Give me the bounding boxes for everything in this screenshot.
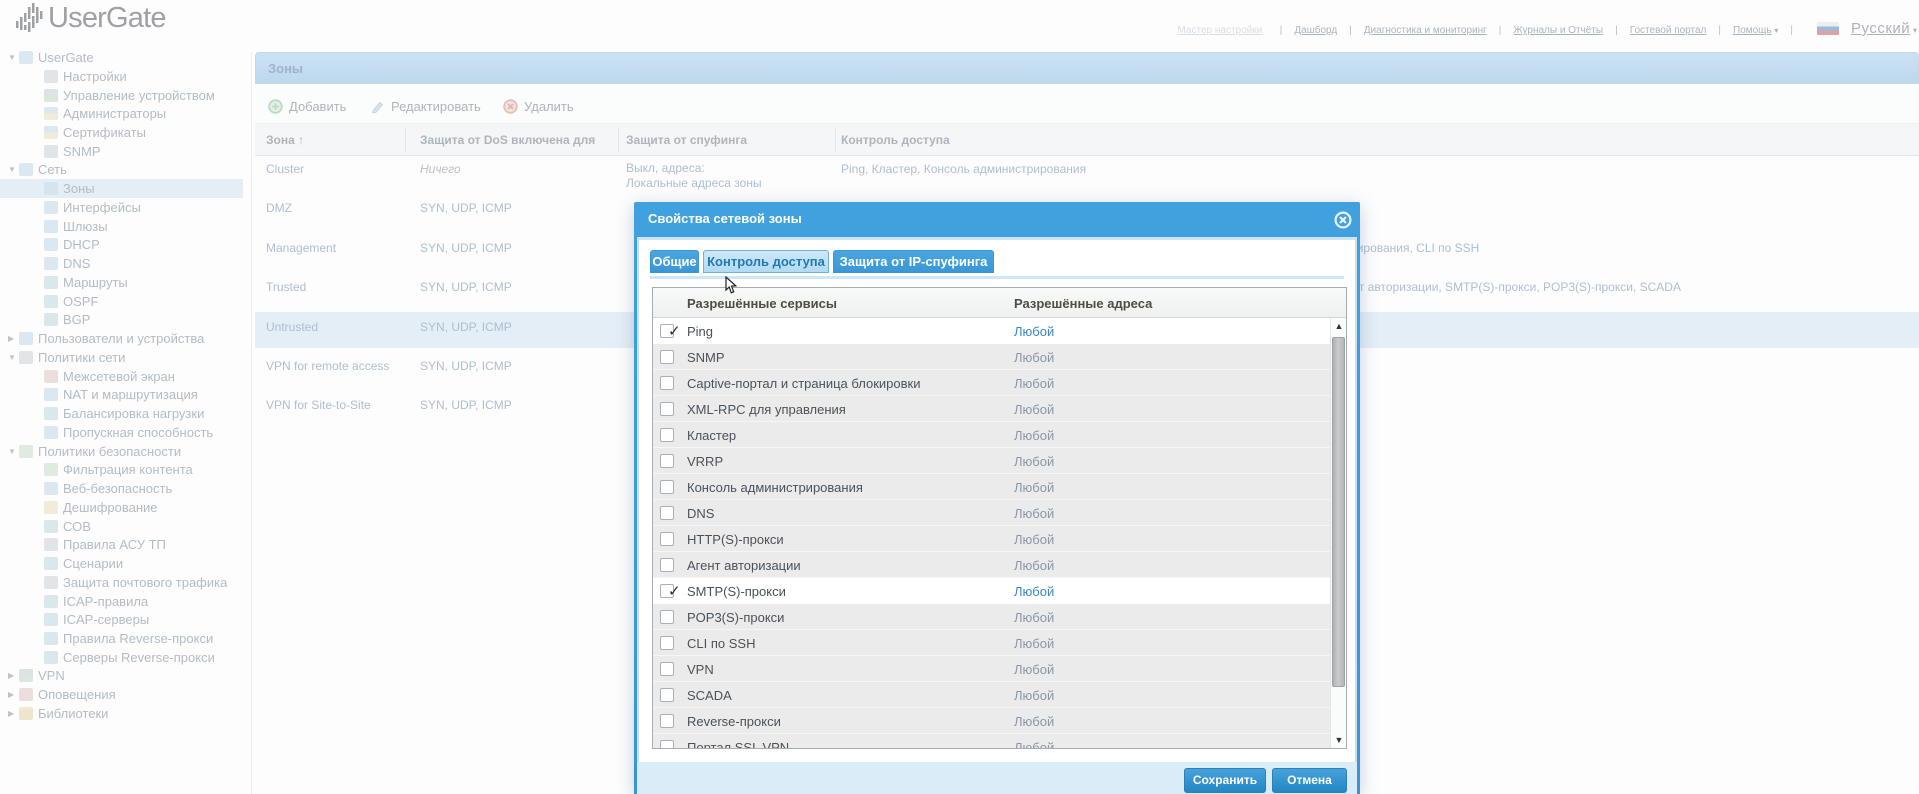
svg-text:UserGate: UserGate <box>48 2 166 34</box>
